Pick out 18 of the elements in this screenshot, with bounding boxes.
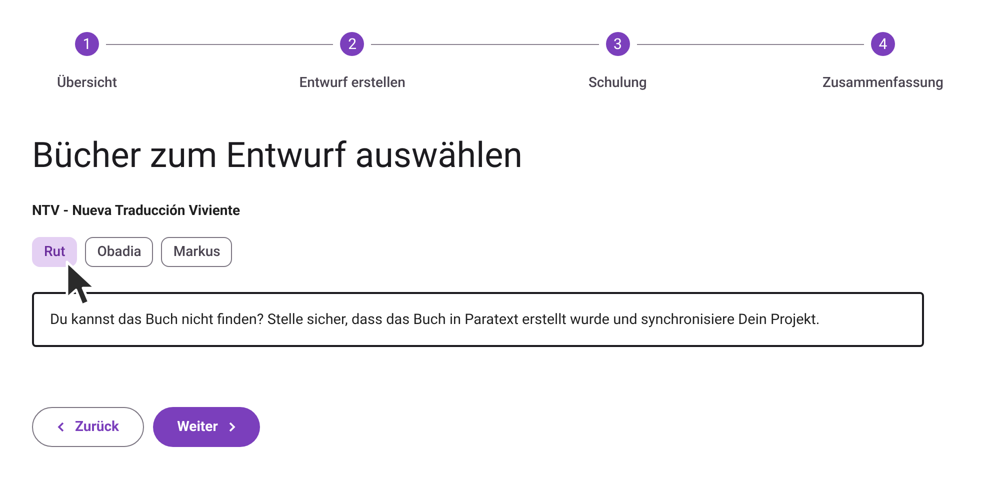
step-number: 4: [870, 32, 895, 56]
next-button[interactable]: Weiter: [153, 407, 260, 447]
step-label: Schulung: [588, 74, 647, 93]
chevron-left-icon: [57, 422, 66, 432]
step-label: Übersicht: [57, 74, 117, 93]
project-name: NTV - Nueva Traducción Viviente: [32, 202, 242, 221]
step-number: 1: [75, 32, 99, 56]
step-label: Entwurf erstellen: [299, 74, 406, 93]
book-chip[interactable]: Rut: [32, 237, 78, 267]
chevron-right-icon: [228, 422, 236, 432]
book-chip[interactable]: Markus: [161, 237, 232, 267]
step-number: 2: [340, 32, 364, 56]
page-title: Bücher zum Entwurf auswählen: [32, 134, 524, 178]
back-button[interactable]: Zurück: [32, 407, 144, 447]
info-notice: Du kannst das Buch nicht finden? Stelle sicher, dass das Buch in Paratext erstellt wurde und synchronisiere Dein Projekt.: [32, 292, 924, 347]
step-label: Zusammenfassung: [822, 74, 944, 93]
step-number: 3: [606, 32, 630, 56]
book-chip[interactable]: Obadia: [85, 237, 154, 267]
